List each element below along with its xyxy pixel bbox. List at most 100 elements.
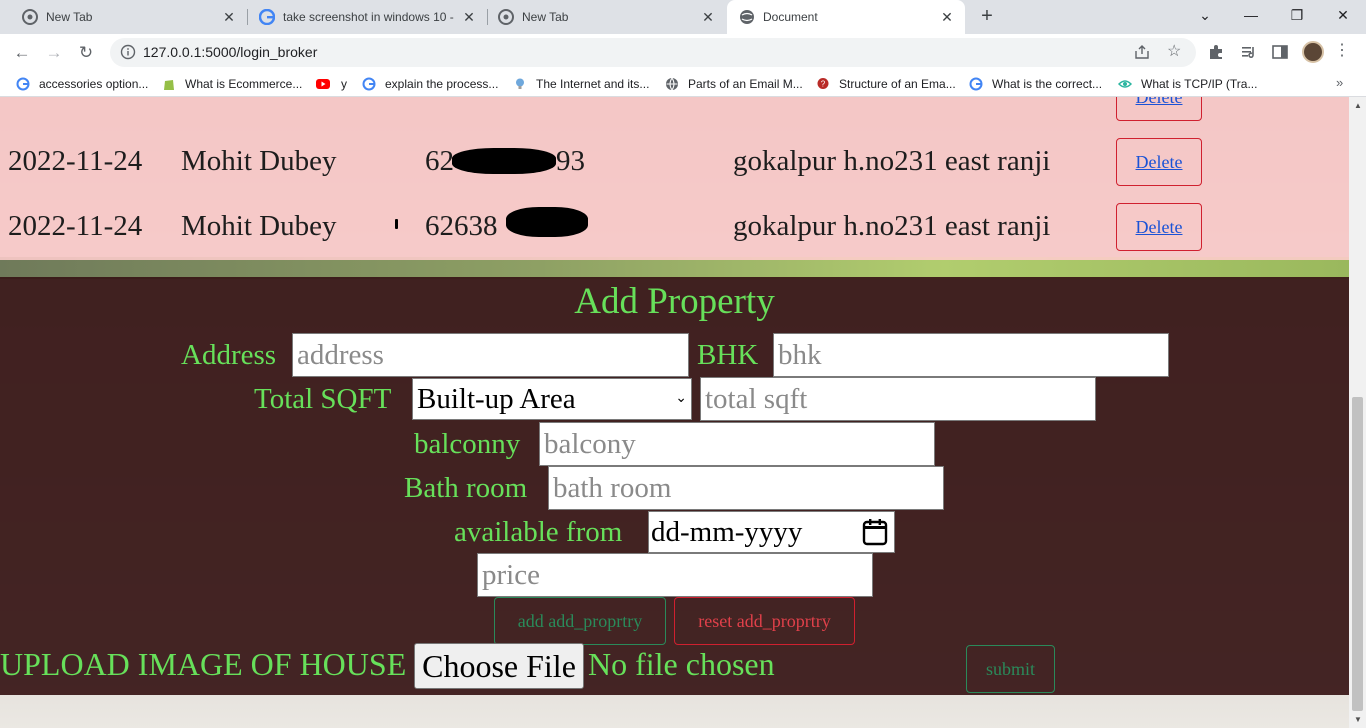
tab-title: New Tab xyxy=(522,10,569,24)
globe-icon xyxy=(666,77,678,91)
tab-new-tab-1[interactable]: New Tab ✕ xyxy=(0,0,247,34)
bath-room-label: Bath room xyxy=(404,472,528,504)
cell-address: gokalpur h.no231 east ranji xyxy=(733,145,1051,177)
cell-name: Mohit Dubey xyxy=(181,210,337,242)
bookmarks-overflow-icon[interactable]: » xyxy=(1336,75,1343,90)
no-file-chosen-text: No file chosen xyxy=(588,646,775,682)
bookmark-label: y xyxy=(341,77,347,91)
cell-phone-suffix: 93 xyxy=(556,145,585,177)
chrome-icon xyxy=(498,9,514,25)
redaction-mark xyxy=(506,207,588,237)
tab-search-chevron-icon[interactable]: ⌄ xyxy=(1182,0,1228,30)
sqft-type-select[interactable]: Built-up Area ⌄ xyxy=(412,378,692,420)
page-scrollbar[interactable]: ▲ ▼ xyxy=(1349,97,1366,728)
shopify-icon xyxy=(164,80,174,90)
menu-kebab-icon[interactable]: ⋮ xyxy=(1334,40,1350,62)
bookmark-label: The Internet and its... xyxy=(536,77,650,91)
info-icon[interactable] xyxy=(120,44,136,60)
chrome-icon xyxy=(22,9,38,25)
cell-phone-prefix: 62 xyxy=(425,145,454,177)
bath-room-input[interactable] xyxy=(548,466,944,510)
add-property-form: Add Property Address BHK Total SQFT Buil… xyxy=(0,277,1349,695)
date-value: dd-mm-yyyy xyxy=(651,516,803,548)
table-row: 2022-11-24 Mohit Dubey 62638 gokalpur h.… xyxy=(0,195,1349,260)
google-icon xyxy=(362,77,376,91)
submit-button[interactable]: submit xyxy=(966,645,1055,693)
eye-icon xyxy=(1118,80,1132,88)
close-icon[interactable]: ✕ xyxy=(939,9,955,25)
delete-button[interactable]: Delete xyxy=(1116,138,1202,186)
quora-icon: ? xyxy=(817,78,829,89)
side-panel-icon[interactable] xyxy=(1271,43,1289,61)
bulb-icon xyxy=(516,78,524,89)
upload-image-label: UPLOAD IMAGE OF HOUSE xyxy=(0,646,407,682)
address-label: Address xyxy=(181,339,277,371)
bookmark-item[interactable]: What is the correct... xyxy=(969,76,1102,92)
bookmark-item[interactable]: The Internet and its... xyxy=(513,76,649,92)
bookmark-label: What is Ecommerce... xyxy=(185,77,303,91)
available-from-date-input[interactable]: dd-mm-yyyy xyxy=(648,511,895,553)
bookmarks-bar: accessories option... What is Ecommerce.… xyxy=(0,71,1366,97)
balcony-input[interactable] xyxy=(539,422,935,466)
total-sqft-input[interactable] xyxy=(700,377,1096,421)
delete-button[interactable]: Delete xyxy=(1116,203,1202,251)
address-input[interactable] xyxy=(292,333,689,377)
profile-avatar[interactable] xyxy=(1302,41,1324,63)
share-icon[interactable] xyxy=(1134,44,1150,60)
table-row: 2022-11-24 Mohit Dubey 62 93 gokalpur h.… xyxy=(0,130,1349,195)
available-from-label: available from xyxy=(454,516,623,548)
bookmark-item[interactable]: Parts of an Email M... xyxy=(665,76,803,92)
new-tab-button[interactable]: + xyxy=(976,5,998,29)
back-arrow-icon[interactable]: ← xyxy=(8,39,36,67)
bookmark-label: accessories option... xyxy=(39,77,149,91)
bhk-label: BHK xyxy=(697,339,759,371)
google-icon xyxy=(969,77,983,91)
cell-address: gokalpur h.no231 east ranji xyxy=(733,210,1051,242)
tab-new-tab-2[interactable]: New Tab ✕ xyxy=(476,0,726,34)
page-viewport: Delete 2022-11-24 Mohit Dubey 62 93 goka… xyxy=(0,97,1366,728)
add-property-button[interactable]: add add_proprtry xyxy=(494,597,666,645)
delete-button[interactable]: Delete xyxy=(1116,97,1202,121)
bookmark-label: What is the correct... xyxy=(992,77,1103,91)
close-window-button[interactable]: ✕ xyxy=(1320,0,1366,30)
background-lawn xyxy=(0,257,1349,279)
minimize-button[interactable]: — xyxy=(1228,0,1274,30)
table-row-partial: Delete xyxy=(0,97,1349,130)
tab-take-screenshot[interactable]: take screenshot in windows 10 - ✕ xyxy=(237,0,487,34)
forward-arrow-icon[interactable]: → xyxy=(40,39,68,67)
scroll-down-arrow-icon[interactable]: ▼ xyxy=(1354,715,1362,724)
bhk-input[interactable] xyxy=(773,333,1169,377)
restore-button[interactable]: ❐ xyxy=(1274,0,1320,30)
bookmark-label: Parts of an Email M... xyxy=(688,77,803,91)
close-icon[interactable]: ✕ xyxy=(700,9,716,25)
bookmark-label: explain the process... xyxy=(385,77,499,91)
bookmark-item[interactable]: accessories option... xyxy=(16,76,148,92)
url-text[interactable]: 127.0.0.1:5000/login_broker xyxy=(143,44,317,60)
bookmark-item[interactable]: y xyxy=(314,76,347,92)
cell-name: Mohit Dubey xyxy=(181,145,337,177)
tab-strip: New Tab ✕ take screenshot in windows 10 … xyxy=(0,0,1366,34)
close-icon[interactable]: ✕ xyxy=(221,9,237,25)
price-input[interactable] xyxy=(477,553,873,597)
scrollbar-thumb[interactable] xyxy=(1352,397,1363,711)
bookmark-item[interactable]: What is Ecommerce... xyxy=(162,76,302,92)
reload-icon[interactable]: ↻ xyxy=(72,39,100,67)
calendar-icon[interactable] xyxy=(862,518,888,546)
browser-toolbar: ← → ↻ 127.0.0.1:5000/login_broker ☆ ⋮ xyxy=(0,34,1366,71)
tab-document[interactable]: Document ✕ xyxy=(727,0,965,34)
google-icon xyxy=(16,77,30,91)
bookmark-item[interactable]: What is TCP/IP (Tra... xyxy=(1118,76,1257,92)
address-bar[interactable]: 127.0.0.1:5000/login_broker ☆ xyxy=(110,38,1196,67)
bookmark-item[interactable]: ? Structure of an Ema... xyxy=(816,76,956,92)
form-title: Add Property xyxy=(574,281,775,322)
choose-file-button[interactable]: Choose File xyxy=(414,643,584,689)
bookmark-label: What is TCP/IP (Tra... xyxy=(1141,77,1258,91)
extensions-puzzle-icon[interactable] xyxy=(1207,43,1225,61)
bookmark-star-icon[interactable]: ☆ xyxy=(1167,42,1181,62)
bookmark-item[interactable]: explain the process... xyxy=(362,76,498,92)
media-control-icon[interactable] xyxy=(1240,43,1258,61)
cell-phone-prefix: 62638 xyxy=(425,210,498,242)
reset-property-button[interactable]: reset add_proprtry xyxy=(674,597,855,645)
close-icon[interactable]: ✕ xyxy=(461,9,477,25)
scroll-up-arrow-icon[interactable]: ▲ xyxy=(1354,101,1362,110)
